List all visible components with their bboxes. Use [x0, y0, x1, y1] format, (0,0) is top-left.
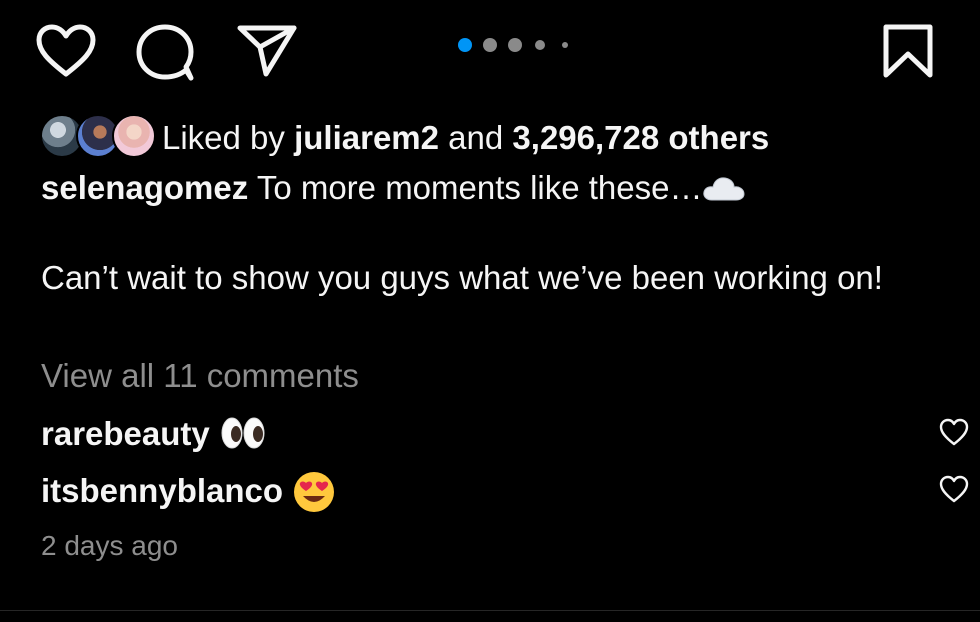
- likes-joiner: and: [439, 119, 513, 156]
- liker-username[interactable]: juliarem2: [294, 119, 439, 156]
- heart-eyes-icon: [292, 470, 336, 517]
- divider: [0, 610, 980, 611]
- carousel-indicator: [450, 36, 580, 54]
- caption-username[interactable]: selenagomez: [41, 169, 248, 206]
- likes-prefix: Liked by: [162, 119, 295, 156]
- avatar: [112, 114, 156, 158]
- comment-text: rarebeauty: [41, 412, 267, 458]
- heart-icon[interactable]: [36, 24, 96, 78]
- comment-row: rarebeauty: [41, 412, 969, 458]
- eyes-icon: [219, 414, 267, 458]
- carousel-dot: [535, 40, 545, 50]
- caption-line2: Can’t wait to show you guys what we’ve b…: [41, 259, 883, 297]
- likes-row: Liked by juliarem2 and 3,296,728 others: [40, 112, 940, 158]
- cloud-icon: [702, 168, 746, 212]
- likes-count[interactable]: 3,296,728 others: [512, 119, 769, 156]
- likes-text: Liked by juliarem2 and 3,296,728 others: [162, 118, 769, 158]
- carousel-dot: [483, 38, 497, 52]
- caption-line1: To more moments like these…: [248, 169, 703, 206]
- comment-username[interactable]: rarebeauty: [41, 415, 210, 452]
- comment-like-heart-icon[interactable]: [939, 475, 969, 503]
- comment-like-heart-icon[interactable]: [939, 418, 969, 446]
- liker-avatars[interactable]: [40, 114, 156, 158]
- comment-text: itsbennyblanco: [41, 469, 336, 517]
- comment-row: itsbennyblanco: [41, 469, 969, 513]
- comment-icon[interactable]: [136, 24, 196, 81]
- post-action-bar: [0, 0, 980, 100]
- carousel-dot: [508, 38, 522, 52]
- comment-username[interactable]: itsbennyblanco: [41, 472, 283, 509]
- paper-plane-icon[interactable]: [236, 22, 298, 78]
- post-timestamp: 2 days ago: [41, 530, 178, 561]
- carousel-dot: [562, 42, 568, 48]
- post-caption: selenagomez To more moments like these… …: [41, 166, 921, 300]
- bookmark-icon[interactable]: [882, 24, 934, 78]
- carousel-dot-active: [458, 38, 472, 52]
- view-all-comments-link[interactable]: View all 11 comments: [41, 354, 359, 398]
